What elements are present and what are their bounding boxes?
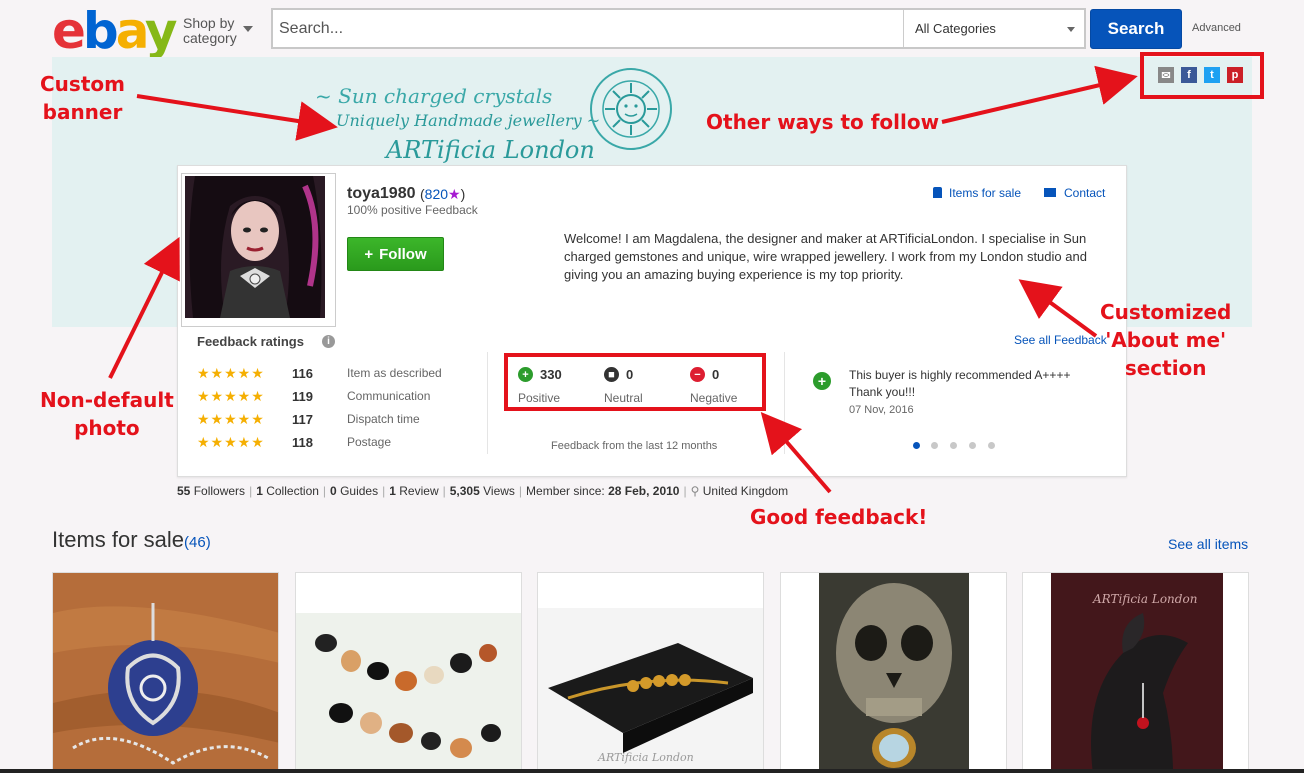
- bottom-edge: [0, 769, 1304, 773]
- annotation-custom-banner: Custom banner: [40, 72, 125, 124]
- annotation-non-default-photo: Non-default photo: [40, 388, 174, 440]
- annotation-about-me: Customized 'About me' section: [1100, 300, 1232, 380]
- annotation-other-ways: Other ways to follow: [706, 110, 940, 134]
- annotation-arrows: [108, 65, 1138, 494]
- annotation-good-feedback: Good feedback!: [750, 505, 928, 529]
